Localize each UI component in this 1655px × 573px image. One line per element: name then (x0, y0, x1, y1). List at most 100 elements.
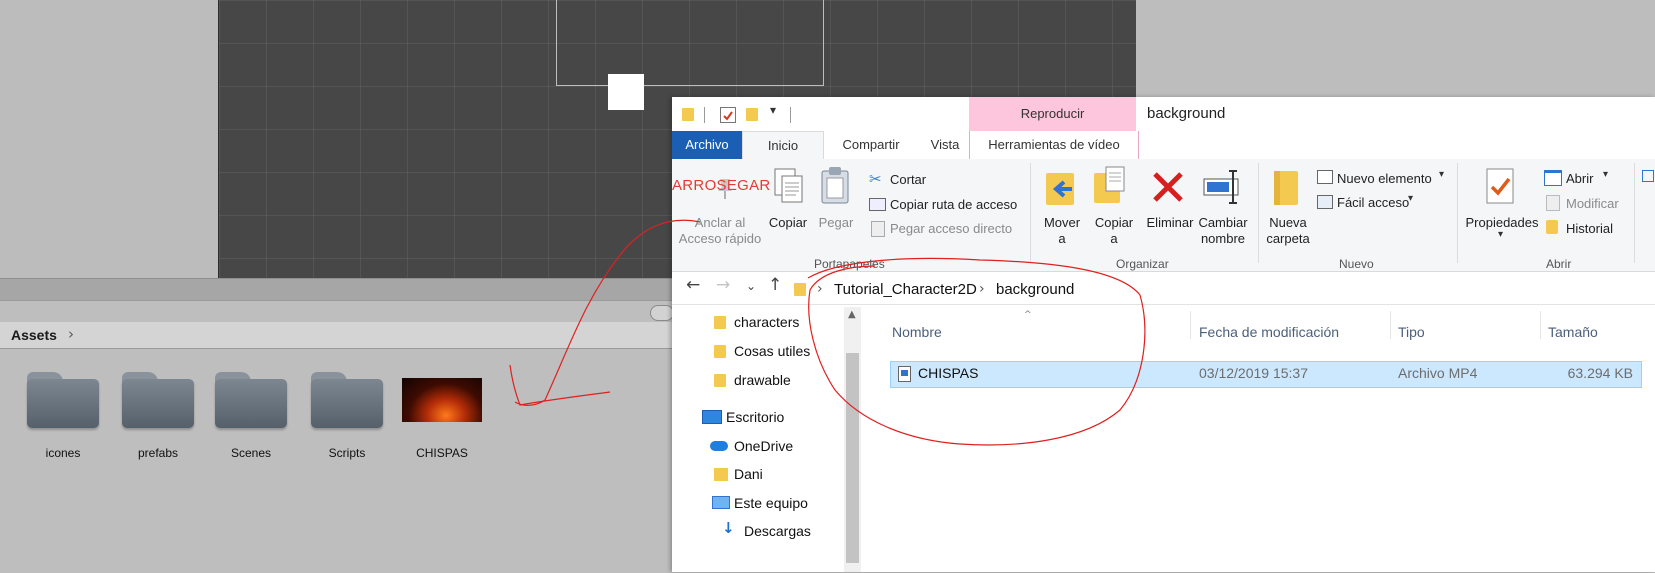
folder-icon[interactable] (682, 108, 694, 121)
select-icon[interactable] (1642, 170, 1654, 182)
context-tab-reproducir[interactable]: Reproducir (969, 97, 1136, 131)
folder-icon (714, 345, 726, 358)
breadcrumb-tutorial-character2d[interactable]: Tutorial_Character2D (834, 281, 977, 298)
chevron-down-icon: ▾ (1408, 193, 1414, 204)
easy-access-button[interactable]: Fácil acceso (1337, 195, 1409, 211)
recent-chevron-icon[interactable]: ⌄ (746, 279, 756, 293)
tab-vista[interactable]: Vista (920, 131, 970, 159)
download-icon: ↓ (722, 519, 735, 537)
cloud-icon (710, 441, 728, 451)
search-icon[interactable] (650, 305, 674, 321)
group-label-portapapeles: Portapapeles (814, 257, 885, 271)
copy-icon (772, 167, 806, 211)
nav-item-onedrive[interactable]: OneDrive (734, 438, 793, 454)
history-button[interactable]: Historial (1566, 221, 1613, 237)
assets-breadcrumb-bar (0, 322, 680, 349)
desktop-icon (702, 410, 722, 424)
customize-toolbar-icon[interactable]: ▾ (770, 103, 776, 117)
chevron-down-icon: ▾ (1603, 169, 1609, 180)
copy-path-button[interactable]: Copiar ruta de acceso (890, 197, 1017, 213)
file-type: Archivo MP4 (1398, 365, 1478, 381)
nav-item-dani[interactable]: Dani (734, 466, 763, 482)
nav-item-este-equipo[interactable]: Este equipo (734, 495, 808, 511)
video-file-icon (898, 366, 911, 382)
folder-icon (311, 372, 383, 428)
folder-icon (215, 372, 287, 428)
asset-label: Scripts (328, 446, 366, 460)
easy-access-icon (1317, 195, 1333, 209)
rename-button[interactable]: Cambiar (1192, 215, 1254, 231)
sort-up-icon: ^ (1024, 310, 1032, 320)
forward-arrow-icon[interactable]: → (716, 275, 730, 295)
chevron-down-icon: ▾ (1498, 229, 1504, 240)
asset-label: prefabs (137, 446, 179, 460)
file-explorer-window: ▾ Reproducir background Archivo Inicio C… (672, 97, 1655, 572)
back-arrow-icon[interactable]: ← (686, 275, 700, 295)
cut-button[interactable]: Cortar (890, 172, 926, 188)
up-arrow-icon[interactable]: ↑ (768, 275, 782, 295)
nav-item-drawable[interactable]: drawable (734, 372, 791, 388)
pin-quick-access-button[interactable]: Acceso rápido (672, 231, 768, 247)
tab-inicio[interactable]: Inicio (742, 131, 824, 161)
nav-item-escritorio[interactable]: Escritorio (726, 409, 784, 425)
nav-item-characters[interactable]: characters (734, 314, 799, 330)
user-folder-icon (714, 468, 728, 481)
tab-compartir[interactable]: Compartir (822, 131, 920, 159)
rename-icon (1202, 167, 1242, 211)
breadcrumb-background[interactable]: background (996, 281, 1074, 298)
column-header-fecha[interactable]: Fecha de modificación (1199, 324, 1339, 340)
paste-shortcut-icon (871, 221, 885, 237)
delete-button[interactable]: Eliminar (1142, 215, 1198, 231)
new-item-button[interactable]: Nuevo elemento (1337, 171, 1432, 187)
nav-scrollbar-thumb[interactable] (846, 353, 859, 563)
asset-folder-scripts[interactable]: Scripts (305, 372, 389, 466)
edit-icon (1546, 195, 1560, 211)
edit-button[interactable]: Modificar (1566, 196, 1619, 212)
tab-archivo[interactable]: Archivo (672, 131, 742, 159)
assets-title[interactable]: Assets (11, 327, 57, 343)
file-name[interactable]: CHISPAS (918, 365, 978, 381)
column-header-tamano[interactable]: Tamaño (1548, 324, 1598, 340)
open-window-icon (1544, 170, 1562, 186)
column-header-nombre[interactable]: Nombre (892, 324, 942, 340)
properties-check-icon[interactable] (720, 107, 736, 123)
folder-icon (714, 316, 726, 329)
folder-icon (794, 283, 806, 296)
folder-icon (27, 372, 99, 428)
file-date: 03/12/2019 15:37 (1199, 365, 1308, 381)
new-folder-icon (1272, 167, 1302, 211)
asset-label: icones (45, 446, 81, 460)
copy-to-label-2: a (1110, 231, 1118, 246)
copy-to-icon (1092, 165, 1130, 211)
scene-sprite[interactable] (608, 74, 644, 110)
rename-label-2: nombre (1200, 231, 1246, 246)
asset-video-chispas[interactable]: CHISPAS (400, 372, 484, 466)
nav-item-descargas[interactable]: Descargas (744, 523, 811, 539)
file-size: 63.294 KB (1567, 365, 1633, 381)
tab-herramientas-video[interactable]: Herramientas de vídeo (969, 131, 1139, 159)
column-header-tipo[interactable]: Tipo (1398, 324, 1425, 340)
paste-icon (818, 165, 852, 211)
paste-button[interactable]: Pegar (812, 215, 860, 231)
scroll-up-icon[interactable]: ▲ (848, 309, 856, 320)
new-folder-icon[interactable] (746, 108, 758, 121)
folder-icon (122, 372, 194, 428)
asset-folder-prefabs[interactable]: prefabs (116, 372, 200, 466)
open-button[interactable]: Abrir (1566, 171, 1593, 187)
group-label-organizar: Organizar (1116, 257, 1169, 271)
window-title: background (1147, 105, 1226, 122)
group-label-abrir: Abrir (1546, 257, 1572, 271)
delete-x-icon (1150, 169, 1186, 209)
paste-shortcut-button[interactable]: Pegar acceso directo (890, 221, 1012, 237)
pin-quick-access-label-1: Anclar al (694, 215, 746, 230)
copy-button[interactable]: Copiar (760, 215, 816, 231)
new-folder-button[interactable]: Nueva (1260, 215, 1316, 231)
nav-item-cosas-utiles[interactable]: Cosas utiles (734, 343, 810, 359)
group-label-nuevo: Nuevo (1339, 257, 1374, 271)
copy-to-button[interactable]: Copiar (1084, 215, 1144, 231)
asset-folder-scenes[interactable]: Scenes (209, 372, 293, 466)
chevron-right-icon: › (817, 281, 823, 297)
chevron-down-icon: ▾ (1439, 169, 1445, 180)
move-to-button[interactable]: Mover (1032, 215, 1092, 231)
asset-folder-icones[interactable]: icones (21, 372, 105, 466)
